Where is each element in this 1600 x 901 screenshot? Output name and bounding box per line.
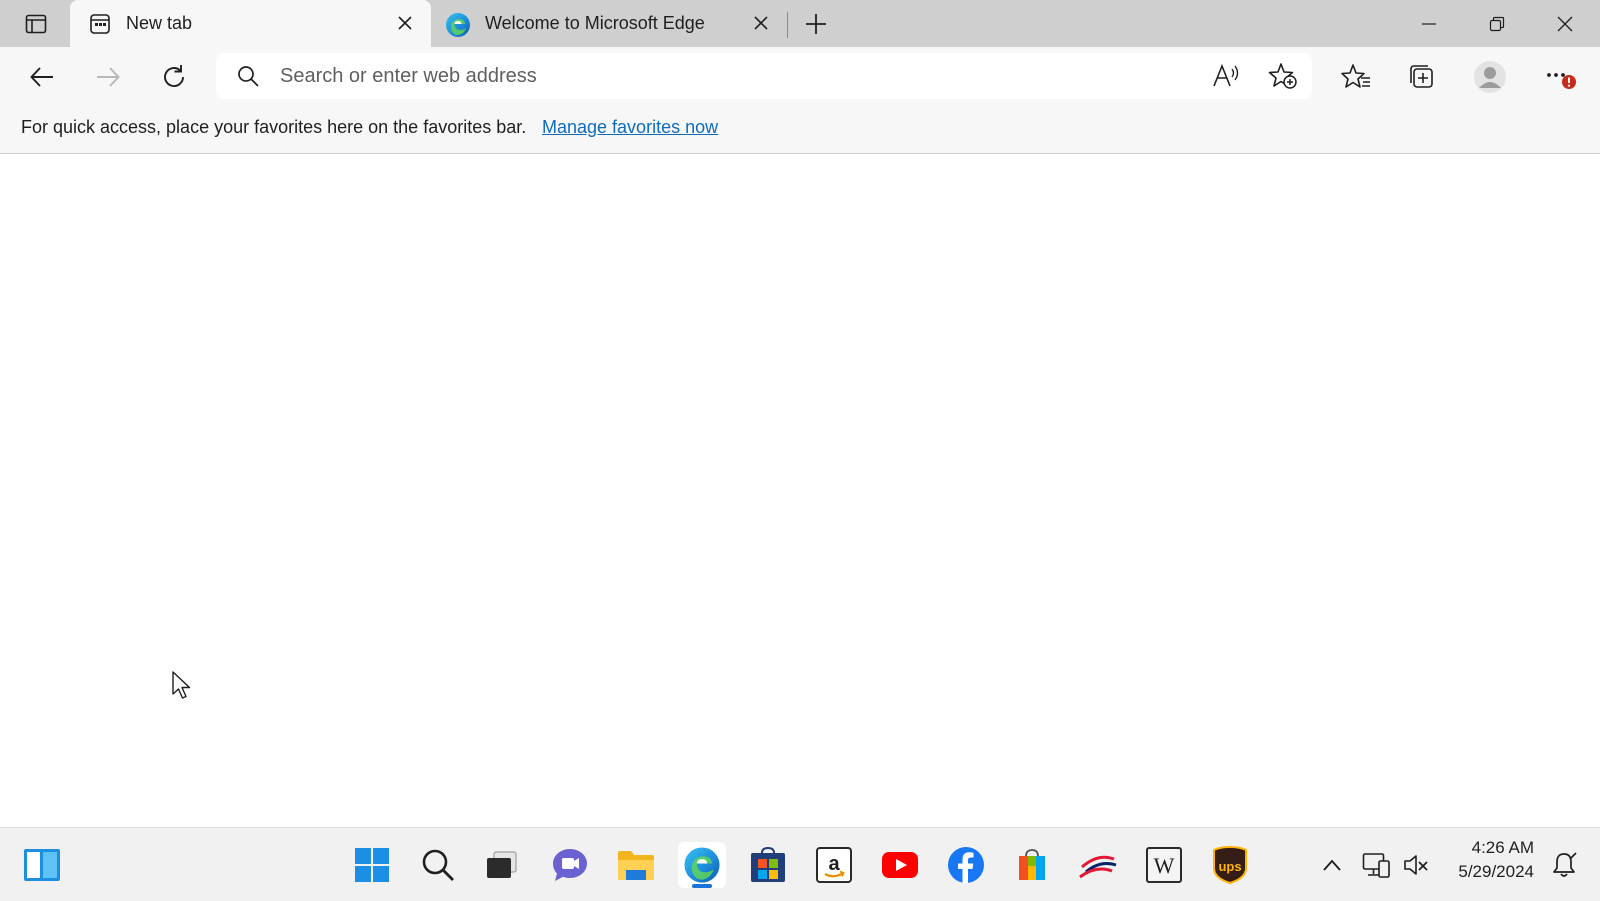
chat-icon — [553, 849, 587, 881]
favorites-bar: For quick access, place your favorites h… — [0, 105, 1600, 154]
clock-date[interactable]: 5/29/2024 — [1440, 862, 1534, 882]
restore-button[interactable] — [1464, 0, 1530, 47]
search-icon — [422, 849, 454, 881]
facebook-button[interactable] — [942, 842, 990, 888]
start-icon — [355, 848, 389, 882]
network-button[interactable] — [1356, 842, 1396, 888]
close-tab-button[interactable] — [397, 15, 413, 31]
amazon-letter: a — [828, 853, 840, 875]
edge-taskbar-button[interactable] — [678, 842, 726, 888]
youtube-button[interactable] — [876, 842, 924, 888]
address-bar[interactable] — [216, 53, 1312, 99]
restore-icon — [1489, 16, 1505, 31]
tab-actions-button[interactable] — [16, 4, 56, 44]
start-button[interactable] — [348, 842, 396, 888]
volume-muted-icon — [1404, 855, 1428, 875]
wikipedia-icon: W — [1146, 847, 1182, 883]
minimize-icon — [1422, 22, 1436, 25]
refresh-icon — [164, 65, 184, 87]
back-button[interactable] — [22, 57, 62, 97]
file-explorer-button[interactable] — [612, 842, 660, 888]
amazon-button[interactable]: a — [810, 842, 858, 888]
taskbar-search-button[interactable] — [414, 842, 462, 888]
mouse-cursor-icon — [172, 671, 191, 699]
task-view-icon — [487, 851, 517, 878]
volume-button[interactable] — [1396, 842, 1436, 888]
amazon-icon: a — [816, 847, 852, 883]
widgets-icon — [24, 849, 60, 881]
new-tab-page-icon — [88, 12, 112, 36]
manage-favorites-link[interactable]: Manage favorites now — [542, 117, 718, 138]
youtube-icon — [882, 852, 918, 878]
chevron-up-icon — [1323, 859, 1341, 871]
tab-label: New tab — [126, 13, 193, 33]
tab-strip: New tab Welcome to Microsoft Edge — [0, 0, 1600, 47]
ups-text: ups — [1218, 859, 1241, 874]
notifications-button[interactable] — [1544, 842, 1584, 888]
tab-welcome-edge[interactable]: Welcome to Microsoft Edge — [431, 0, 787, 47]
refresh-button[interactable] — [154, 57, 194, 97]
star-add-icon — [1268, 63, 1297, 89]
file-explorer-icon — [618, 851, 654, 880]
avatar-icon — [1474, 61, 1506, 93]
arrow-right-icon — [97, 67, 120, 87]
edge-logo-icon — [445, 12, 471, 38]
task-view-button[interactable] — [478, 842, 526, 888]
wikipedia-letter: W — [1154, 853, 1175, 878]
favorites-list-icon — [1341, 64, 1370, 88]
favorites-button[interactable] — [1336, 57, 1376, 97]
page-content — [0, 154, 1600, 827]
close-tab-button[interactable] — [753, 15, 769, 31]
store-button[interactable] — [744, 842, 792, 888]
active-app-indicator — [692, 884, 712, 888]
address-input[interactable] — [280, 53, 1180, 99]
arrow-left-icon — [30, 67, 53, 87]
store-icon — [751, 847, 785, 882]
wikipedia-button[interactable]: W — [1140, 842, 1188, 888]
tab-separator — [787, 12, 788, 38]
chat-button[interactable] — [546, 842, 594, 888]
tab-actions-icon — [25, 14, 47, 34]
notification-bell-icon — [1553, 852, 1577, 877]
show-hidden-icons-button[interactable] — [1312, 842, 1352, 888]
office-icon — [1019, 849, 1045, 880]
add-favorite-button[interactable] — [1268, 62, 1298, 90]
close-icon — [754, 16, 768, 30]
close-icon — [398, 16, 412, 30]
plus-icon — [806, 14, 826, 34]
read-aloud-button[interactable] — [1212, 63, 1240, 89]
bank-button[interactable] — [1074, 842, 1122, 888]
read-aloud-icon — [1213, 63, 1239, 87]
more-options-icon — [1547, 73, 1576, 89]
navigation-toolbar — [0, 47, 1600, 105]
profile-button[interactable] — [1470, 57, 1510, 97]
tab-label: Welcome to Microsoft Edge — [485, 13, 705, 33]
settings-and-more-button[interactable] — [1540, 57, 1580, 97]
ups-icon: ups — [1213, 846, 1247, 884]
close-window-button[interactable] — [1532, 0, 1598, 47]
clock-time[interactable]: 4:26 AM — [1440, 838, 1534, 858]
facebook-icon — [948, 847, 984, 883]
new-tab-button[interactable] — [796, 4, 836, 44]
office-button[interactable] — [1008, 842, 1056, 888]
minimize-button[interactable] — [1396, 0, 1462, 47]
search-icon — [236, 64, 260, 88]
favorites-bar-message: For quick access, place your favorites h… — [21, 117, 527, 137]
bank-icon — [1079, 855, 1117, 879]
edge-icon — [684, 847, 720, 883]
collections-icon — [1410, 65, 1433, 88]
network-icon — [1362, 853, 1390, 878]
widgets-button[interactable] — [18, 842, 66, 888]
forward-button[interactable] — [88, 57, 128, 97]
close-icon — [1557, 16, 1573, 31]
tab-new-tab[interactable]: New tab — [70, 0, 431, 47]
collections-button[interactable] — [1402, 57, 1442, 97]
windows-taskbar: a W ups 4:26 AM 5/29/2024 — [0, 827, 1600, 901]
ups-button[interactable]: ups — [1206, 842, 1254, 888]
